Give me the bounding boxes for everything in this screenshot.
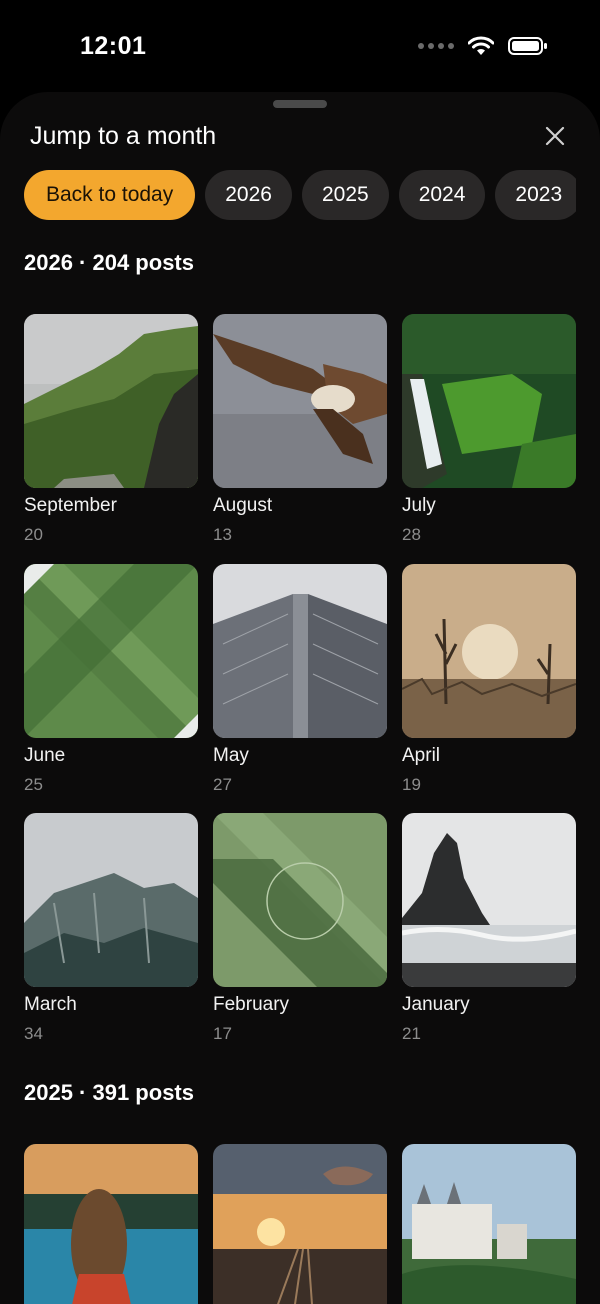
month-thumbnail[interactable] — [24, 1144, 198, 1304]
month-tile-2025-2[interactable] — [213, 1144, 387, 1304]
month-picker-sheet: Jump to a month Back to today 2026 2025 … — [0, 92, 600, 1304]
status-time: 12:01 — [80, 32, 147, 60]
status-bar: 12:01 — [0, 0, 600, 92]
month-count: 13 — [213, 525, 232, 544]
month-tile-july[interactable]: July 28 — [402, 314, 576, 545]
battery-icon — [508, 37, 547, 55]
month-tile-2025-1[interactable] — [24, 1144, 198, 1304]
month-tile-june[interactable]: June 25 — [24, 564, 198, 795]
back-to-today-chip[interactable]: Back to today — [24, 170, 196, 220]
month-tile-march[interactable]: March 34 — [24, 813, 198, 1044]
month-label: January — [402, 994, 470, 1015]
month-thumbnail[interactable] — [402, 564, 576, 738]
month-label: February — [213, 994, 290, 1015]
month-tile-may[interactable]: May 27 — [213, 564, 387, 795]
month-count: 19 — [402, 775, 421, 794]
month-thumbnail[interactable] — [213, 1144, 387, 1304]
month-label: September — [24, 495, 117, 516]
year-chip-2023[interactable]: 2023 — [495, 170, 576, 220]
month-tile-september[interactable]: September 20 — [24, 314, 198, 545]
month-thumbnail[interactable] — [213, 813, 387, 987]
signal-icon — [418, 43, 454, 49]
section-heading-2025: 2025 · 391 posts — [24, 1080, 194, 1105]
month-label: July — [402, 495, 436, 516]
year-chip-2024[interactable]: 2024 — [398, 170, 486, 220]
month-thumbnail[interactable] — [24, 813, 198, 987]
month-tile-2025-3[interactable] — [402, 1144, 576, 1304]
close-button[interactable] — [538, 119, 572, 153]
month-count: 20 — [24, 525, 43, 544]
month-count: 17 — [213, 1024, 232, 1043]
month-count: 28 — [402, 525, 421, 544]
month-label: March — [24, 994, 77, 1015]
wifi-icon — [468, 36, 494, 55]
status-icons — [418, 36, 548, 56]
month-thumbnail[interactable] — [402, 813, 576, 987]
month-label: June — [24, 745, 66, 766]
close-icon — [545, 126, 565, 146]
sheet-title: Jump to a month — [30, 122, 217, 150]
year-chip-2026[interactable]: 2026 — [205, 170, 292, 220]
month-label: August — [213, 495, 273, 516]
section-heading-2026: 2026 · 204 posts — [24, 250, 194, 275]
month-count: 25 — [24, 775, 43, 794]
month-tile-april[interactable]: April 19 — [402, 564, 576, 795]
sheet-grabber[interactable] — [273, 100, 327, 108]
month-tile-january[interactable]: January 21 — [402, 813, 576, 1044]
month-count: 34 — [24, 1024, 43, 1043]
month-count: 27 — [213, 775, 232, 794]
month-thumbnail[interactable] — [213, 314, 387, 488]
month-label: May — [213, 745, 249, 766]
year-chip-row[interactable]: Back to today 2026 2025 2024 2023 — [24, 170, 576, 222]
month-label: April — [402, 745, 441, 766]
month-thumbnail[interactable] — [402, 314, 576, 488]
month-thumbnail[interactable] — [213, 564, 387, 738]
month-thumbnail[interactable] — [402, 1144, 576, 1304]
year-chip-2025[interactable]: 2025 — [301, 170, 389, 220]
month-thumbnail[interactable] — [24, 314, 198, 488]
month-count: 21 — [402, 1024, 421, 1043]
month-tile-august[interactable]: August 13 — [213, 314, 387, 545]
month-tile-february[interactable]: February 17 — [213, 813, 387, 1044]
month-thumbnail[interactable] — [24, 564, 198, 738]
